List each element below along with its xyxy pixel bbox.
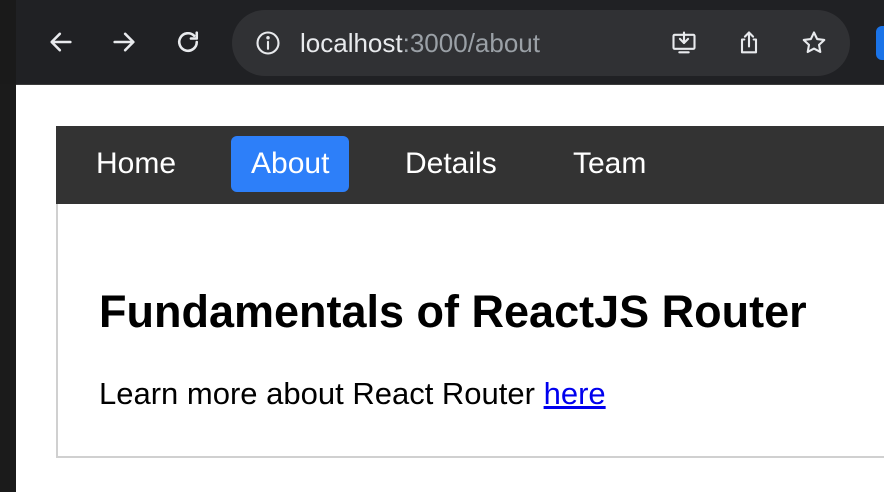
nav-link-home[interactable]: Home <box>76 136 196 192</box>
bookmark-button[interactable] <box>798 27 830 59</box>
page-viewport: Home About Details Team Fundamentals of … <box>16 85 884 492</box>
profile-button[interactable] <box>876 26 884 60</box>
window-edge <box>0 0 16 84</box>
url-path: :3000/about <box>402 28 540 58</box>
here-link[interactable]: here <box>544 376 606 411</box>
nav-link-about[interactable]: About <box>231 136 350 192</box>
nav-link-team[interactable]: Team <box>553 136 666 192</box>
info-icon[interactable] <box>254 29 282 57</box>
star-icon <box>802 31 826 54</box>
address-bar[interactable]: localhost:3000/about <box>232 10 850 76</box>
content-panel: Fundamentals of ReactJS Router Learn mor… <box>56 204 884 458</box>
arrow-right-icon <box>113 32 135 52</box>
forward-button[interactable] <box>106 24 142 60</box>
intro-text-label: Learn more about React Router <box>99 376 544 411</box>
back-button[interactable] <box>43 24 79 60</box>
app-navbar: Home About Details Team <box>56 126 884 204</box>
reload-button[interactable] <box>170 24 206 60</box>
share-icon <box>740 31 758 54</box>
url-host: localhost <box>300 28 403 58</box>
install-icon <box>672 31 696 54</box>
window-edge-lower <box>0 84 16 492</box>
intro-text: Learn more about React Router here <box>99 376 606 412</box>
nav-link-details[interactable]: Details <box>385 136 517 192</box>
install-app-button[interactable] <box>668 27 700 59</box>
reload-icon <box>178 31 199 53</box>
arrow-left-icon <box>50 32 72 52</box>
share-button[interactable] <box>733 27 765 59</box>
page-title: Fundamentals of ReactJS Router <box>99 286 807 337</box>
url-text[interactable]: localhost:3000/about <box>300 27 540 59</box>
browser-toolbar: localhost:3000/about <box>0 0 884 85</box>
